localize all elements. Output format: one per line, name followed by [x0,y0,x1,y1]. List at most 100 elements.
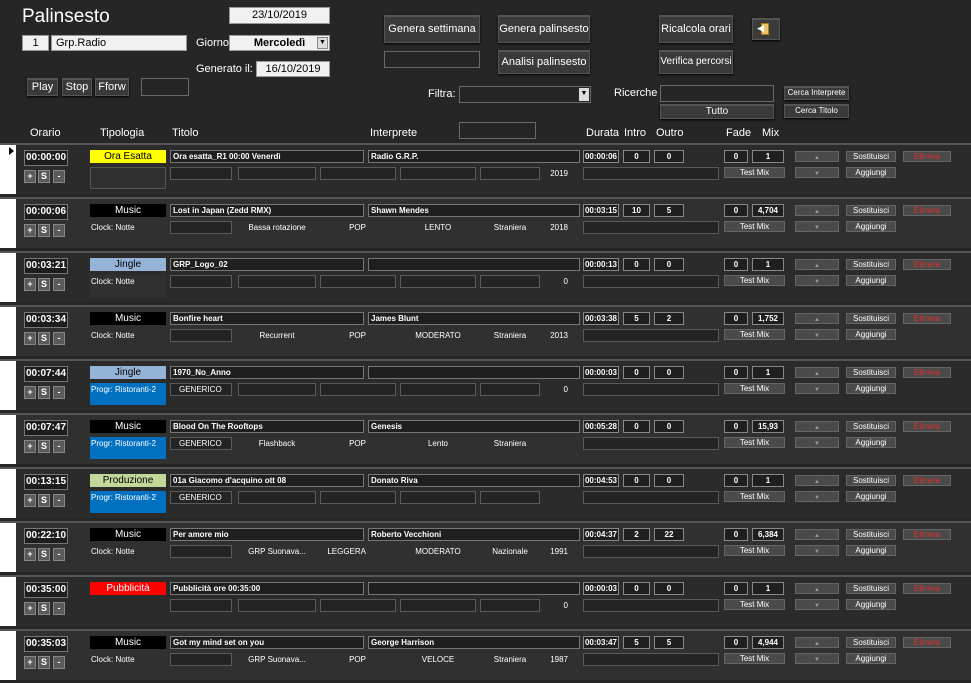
genera-palinsesto-button[interactable]: Genera palinsesto [498,15,590,43]
aggiungi-button[interactable]: Aggiungi [846,221,896,232]
genere-field[interactable]: GENERICO [170,491,232,504]
s-button[interactable]: S [38,386,50,399]
ricerche-input[interactable] [660,85,774,102]
durata-field[interactable]: 00:00:03 [583,366,619,379]
fade-field[interactable]: 0 [724,204,748,217]
outro-field[interactable]: 0 [654,420,684,433]
mix-field[interactable]: 1,752 [752,312,784,325]
test-mix-button[interactable]: Test Mix [724,167,785,178]
move-down-button[interactable]: ▼ [795,437,839,448]
test-mix-button[interactable]: Test Mix [724,383,785,394]
row-selector[interactable] [0,307,16,356]
interprete-field[interactable]: Genesis [368,420,580,433]
intro-field[interactable]: 5 [623,312,650,325]
aggiungi-button[interactable]: Aggiungi [846,653,896,664]
mix-field[interactable]: 1 [752,474,784,487]
minus-button[interactable]: - [53,494,65,507]
intro-field[interactable]: 10 [623,204,650,217]
fade-field[interactable]: 0 [724,420,748,433]
ritmo-field[interactable] [400,275,476,288]
elimina-button[interactable]: Elimina [903,151,951,162]
fade-field[interactable]: 0 [724,636,748,649]
durata-field[interactable]: 00:00:13 [583,258,619,271]
fade-field[interactable]: 0 [724,582,748,595]
note-field[interactable] [583,221,719,234]
elimina-button[interactable]: Elimina [903,475,951,486]
ritmo-field[interactable] [400,599,476,612]
rotazione-field[interactable] [238,599,316,612]
move-up-button[interactable]: ▲ [795,529,839,540]
plus-button[interactable]: + [24,386,36,399]
sostituisci-button[interactable]: Sostituisci [846,529,896,540]
mix-field[interactable]: 4,944 [752,636,784,649]
play-button[interactable]: Play [27,78,58,96]
fade-field[interactable]: 0 [724,150,748,163]
genere-field[interactable] [170,221,232,234]
s-button[interactable]: S [38,440,50,453]
fforw-button[interactable]: Fforw [95,78,129,96]
s-button[interactable]: S [38,332,50,345]
test-mix-button[interactable]: Test Mix [724,599,785,610]
chevron-down-icon[interactable]: ▼ [579,88,589,101]
aggiungi-button[interactable]: Aggiungi [846,545,896,556]
elimina-button[interactable]: Elimina [903,421,951,432]
interprete-field[interactable]: Radio G.R.P. [368,150,580,163]
sostituisci-button[interactable]: Sostituisci [846,421,896,432]
move-down-button[interactable]: ▼ [795,383,839,394]
move-down-button[interactable]: ▼ [795,491,839,502]
genere-field[interactable] [170,599,232,612]
row-selector[interactable] [0,253,16,302]
genera-settimana-button[interactable]: Genera settimana [384,15,480,43]
sostituisci-button[interactable]: Sostituisci [846,475,896,486]
elimina-button[interactable]: Elimina [903,583,951,594]
note-field[interactable] [583,653,719,666]
sostituisci-button[interactable]: Sostituisci [846,259,896,270]
durata-field[interactable]: 00:03:15 [583,204,619,217]
plus-button[interactable]: + [24,440,36,453]
row-time[interactable]: 00:00:00 [24,150,68,166]
rotazione-field[interactable] [238,275,316,288]
plus-button[interactable]: + [24,224,36,237]
row-time[interactable]: 00:03:34 [24,312,68,328]
chevron-down-icon[interactable]: ▼ [317,37,328,49]
plus-button[interactable]: + [24,278,36,291]
rotazione-field[interactable] [238,491,316,504]
note-field[interactable] [583,383,719,396]
durata-field[interactable]: 00:04:37 [583,528,619,541]
move-down-button[interactable]: ▼ [795,221,839,232]
genere-musicale-field[interactable] [320,383,396,396]
aggiungi-button[interactable]: Aggiungi [846,491,896,502]
provenienza-field[interactable] [480,599,540,612]
plus-button[interactable]: + [24,332,36,345]
table-row[interactable]: 00:07:47 + S - Music Progr: Ristoranti-2 Blood… [0,413,971,464]
minus-button[interactable]: - [53,440,65,453]
test-mix-button[interactable]: Test Mix [724,437,785,448]
mix-field[interactable]: 1 [752,258,784,271]
rotazione-field[interactable] [238,383,316,396]
titolo-field[interactable]: Per amore mio [170,528,364,541]
interprete-field[interactable] [368,582,580,595]
aggiungi-button[interactable]: Aggiungi [846,167,896,178]
date-field[interactable]: 23/10/2019 [229,7,330,24]
plus-button[interactable]: + [24,494,36,507]
outro-field[interactable]: 5 [654,204,684,217]
durata-field[interactable]: 00:00:06 [583,150,619,163]
mix-field[interactable]: 1 [752,582,784,595]
cerca-titolo-button[interactable]: Cerca Titolo [784,104,849,118]
test-mix-button[interactable]: Test Mix [724,545,785,556]
mix-field[interactable]: 15,93 [752,420,784,433]
durata-field[interactable]: 00:05:28 [583,420,619,433]
elimina-button[interactable]: Elimina [903,259,951,270]
move-up-button[interactable]: ▲ [795,367,839,378]
fade-field[interactable]: 0 [724,474,748,487]
move-up-button[interactable]: ▲ [795,313,839,324]
aggiungi-button[interactable]: Aggiungi [846,275,896,286]
row-selector[interactable] [0,199,16,248]
interprete-filter-field[interactable] [459,122,536,139]
interprete-field[interactable]: Roberto Vecchioni [368,528,580,541]
row-selector[interactable] [0,469,16,518]
note-field[interactable] [583,545,719,558]
genere-field[interactable] [170,167,232,180]
titolo-field[interactable]: Pubblicità ore 00:35:00 [170,582,364,595]
note-field[interactable] [583,167,719,180]
